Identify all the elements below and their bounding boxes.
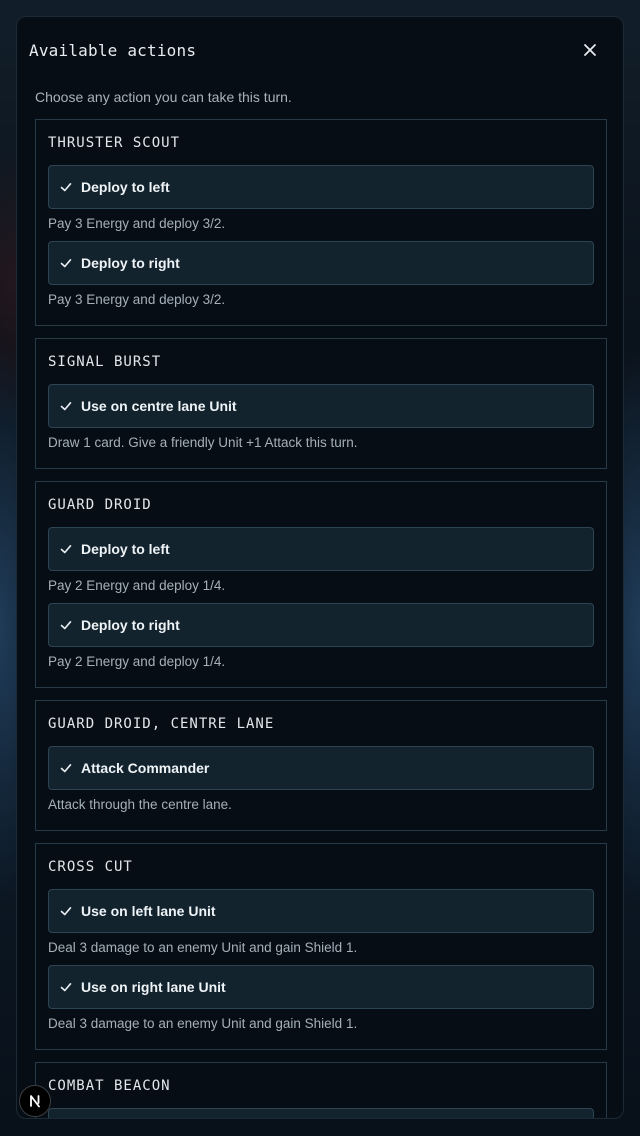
action-group: GUARD DROID Deploy to left Pay 2 Energy an… [35, 481, 607, 688]
action-description: Pay 2 Energy and deploy 1/4. [48, 578, 226, 593]
action-button[interactable]: Use on right lane Unit [48, 965, 594, 1009]
action-button[interactable]: Use on left lane Unit [48, 889, 594, 933]
dialog-subtitle: Choose any action you can take this turn… [35, 89, 292, 105]
action-label: Deploy to right [81, 255, 180, 271]
group-title: COMBAT BEACON [48, 1078, 171, 1094]
check-icon [59, 180, 73, 194]
action-description: Pay 2 Energy and deploy 1/4. [48, 654, 226, 669]
action-group: GUARD DROID, CENTRE LANE Attack Commander… [35, 700, 607, 831]
action-group: COMBAT BEACON Use on centre lane Unit [35, 1062, 607, 1118]
action-button[interactable]: Deploy to left [48, 527, 594, 571]
action-description: Pay 3 Energy and deploy 3/2. [48, 292, 226, 307]
action-button[interactable]: Deploy to right [48, 603, 594, 647]
action-label: Use on right lane Unit [81, 979, 226, 995]
action-label: Use on centre lane Unit [81, 398, 237, 414]
group-title: THRUSTER SCOUT [48, 135, 181, 151]
action-group: THRUSTER SCOUT Deploy to left Pay 3 Energy… [35, 119, 607, 326]
check-icon [59, 904, 73, 918]
action-group: SIGNAL BURST Use on centre lane Unit Draw … [35, 338, 607, 469]
action-description: Attack through the centre lane. [48, 797, 232, 812]
action-description: Deal 3 damage to an enemy Unit and gain … [48, 1016, 358, 1031]
group-title: SIGNAL BURST [48, 354, 162, 370]
check-icon [59, 618, 73, 632]
action-label: Use on left lane Unit [81, 903, 216, 919]
action-label: Deploy to left [81, 541, 170, 557]
available-actions-dialog: Available actions Choose any action you … [16, 16, 624, 1119]
group-title: GUARD DROID, CENTRE LANE [48, 716, 275, 732]
check-icon [59, 399, 73, 413]
action-group: CROSS CUT Use on left lane Unit Deal 3 dam… [35, 843, 607, 1050]
nextjs-badge-button[interactable] [19, 1085, 51, 1117]
close-icon [584, 44, 596, 56]
action-group-list: THRUSTER SCOUT Deploy to left Pay 3 Energy… [35, 119, 607, 1118]
action-label: Deploy to left [81, 179, 170, 195]
group-title: CROSS CUT [48, 859, 133, 875]
check-icon [59, 542, 73, 556]
check-icon [59, 256, 73, 270]
nextjs-logo-icon [30, 1095, 40, 1108]
action-label: Deploy to right [81, 617, 180, 633]
action-description: Pay 3 Energy and deploy 3/2. [48, 216, 226, 231]
action-button[interactable]: Use on centre lane Unit [48, 1108, 594, 1118]
action-label: Attack Commander [81, 760, 210, 776]
check-icon [59, 980, 73, 994]
action-button[interactable]: Use on centre lane Unit [48, 384, 594, 428]
close-button[interactable] [579, 39, 601, 61]
check-icon [59, 761, 73, 775]
action-button[interactable]: Attack Commander [48, 746, 594, 790]
dialog-title: Available actions [29, 41, 197, 60]
action-button[interactable]: Deploy to left [48, 165, 594, 209]
action-button[interactable]: Deploy to right [48, 241, 594, 285]
action-description: Draw 1 card. Give a friendly Unit +1 Att… [48, 435, 358, 450]
group-title: GUARD DROID [48, 497, 152, 513]
action-description: Deal 3 damage to an enemy Unit and gain … [48, 940, 358, 955]
